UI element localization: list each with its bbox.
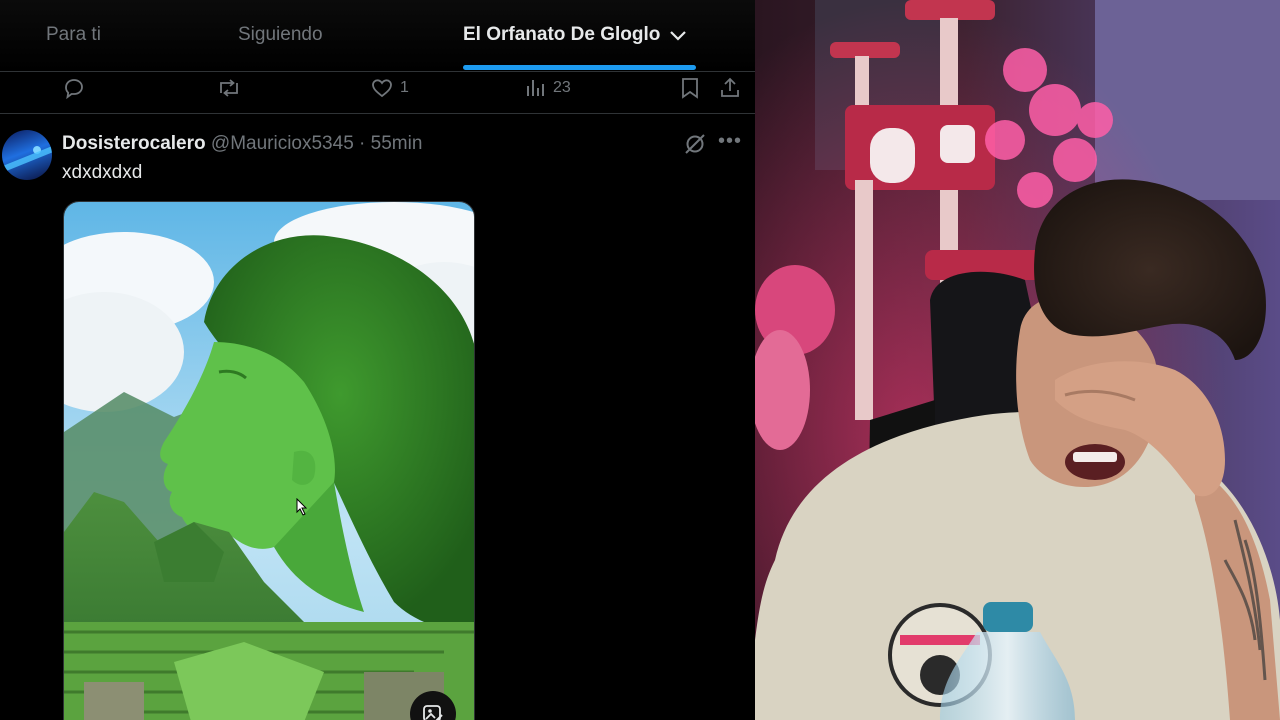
like-count: 1 <box>400 79 409 96</box>
tab-community-label: El Orfanato De Gloglo <box>463 24 661 45</box>
share-button[interactable] <box>719 76 741 100</box>
like-button[interactable]: 1 <box>370 76 409 100</box>
analytics-icon <box>527 80 544 96</box>
views-button[interactable]: 23 <box>525 76 571 100</box>
webcam-feed <box>755 0 1280 720</box>
streamer-photo <box>755 0 1280 720</box>
more-icon[interactable]: ••• <box>718 130 742 153</box>
reply-icon <box>65 79 83 100</box>
tweet-header: Dosisterocalero @Mauriciox5345 · 55min <box>62 133 422 155</box>
chevron-down-icon[interactable] <box>668 25 688 45</box>
handle-and-time[interactable]: @Mauriciox5345 · 55min <box>211 133 423 154</box>
tweet[interactable]: Dosisterocalero @Mauriciox5345 · 55min •… <box>0 114 755 720</box>
tweet-text: xdxdxdxd <box>62 162 143 183</box>
twitter-feed: Para ti Siguiendo El Orfanato De Gloglo … <box>0 0 755 720</box>
reply-button[interactable] <box>62 76 86 100</box>
timeline-tabs: Para ti Siguiendo El Orfanato De Gloglo <box>0 0 755 72</box>
bookmark-icon <box>682 78 698 99</box>
heart-icon <box>372 79 392 98</box>
display-name[interactable]: Dosisterocalero <box>62 133 206 154</box>
bookmark-button[interactable] <box>679 76 701 100</box>
previous-tweet-actions: 1 23 <box>0 72 755 114</box>
retweet-button[interactable] <box>216 76 242 100</box>
grok-icon[interactable] <box>683 132 707 156</box>
retweet-icon <box>220 79 238 97</box>
cursor-icon <box>296 498 308 516</box>
active-tab-indicator <box>463 65 696 70</box>
share-icon <box>721 77 739 97</box>
tab-para-ti[interactable]: Para ti <box>46 24 101 46</box>
tweet-image[interactable] <box>63 201 475 720</box>
tab-community[interactable]: El Orfanato De Gloglo <box>463 24 688 46</box>
tab-siguiendo[interactable]: Siguiendo <box>238 24 323 46</box>
avatar[interactable] <box>2 130 52 180</box>
views-count: 23 <box>553 79 571 96</box>
